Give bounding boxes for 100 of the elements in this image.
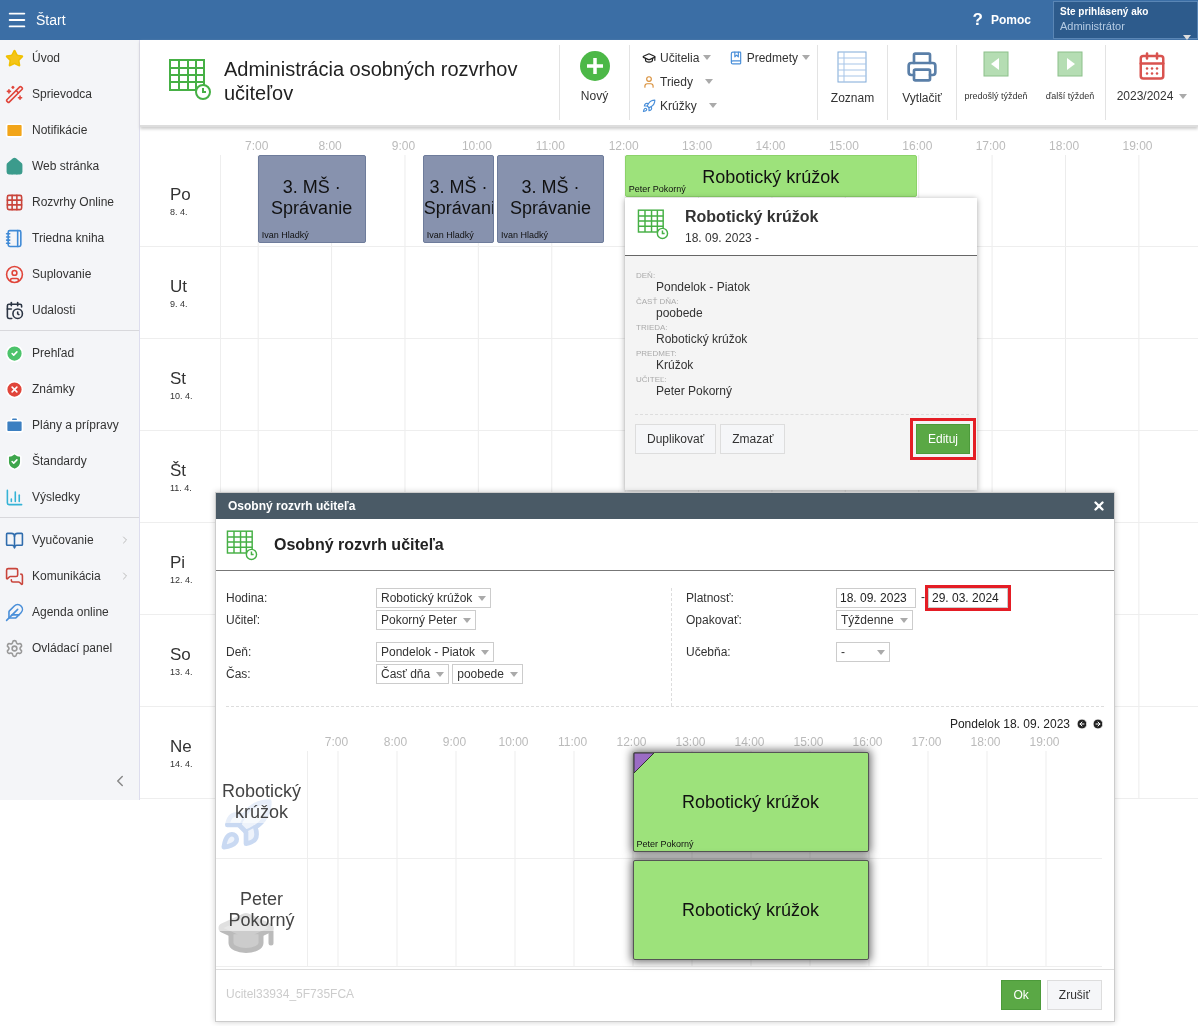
cancel-button[interactable]: Zrušiť	[1046, 980, 1102, 1010]
popup-button[interactable]: Duplikovať	[635, 424, 717, 454]
schedule-event[interactable]: 3. MŠ · Správanie Ivan Hladký	[257, 155, 366, 243]
hour-label: 14:00	[755, 139, 786, 153]
dialog-title: Osobný rozvrh učiteľa	[228, 499, 356, 513]
hour-label: 18:00	[970, 735, 1001, 749]
hour-label: 11:00	[557, 735, 588, 749]
school-year-dropdown[interactable]: 2023/2024	[1116, 51, 1188, 103]
filter-dropdown[interactable]: Predmety	[728, 49, 811, 66]
caret-icon	[877, 649, 885, 655]
day-date: 14. 4.	[170, 759, 194, 769]
sidebar-item[interactable]: Triedna kniha	[0, 220, 139, 256]
hour-label: 19:00	[1122, 139, 1153, 153]
select-field[interactable]: Týždenne	[836, 610, 913, 630]
sidebar-item[interactable]: Udalosti	[0, 292, 139, 328]
field-value: Peter Pokorný	[656, 384, 734, 398]
select-field[interactable]: Robotický krúžok	[376, 588, 492, 608]
hour-label: 12:00	[608, 139, 639, 153]
next-icon[interactable]	[1092, 718, 1104, 730]
hour-label: 13:00	[682, 139, 713, 153]
form-label: Platnosť:	[686, 590, 735, 605]
sidebar-item[interactable]: Vyučovanie	[0, 522, 139, 558]
close-icon[interactable]	[1092, 499, 1106, 513]
previous-icon[interactable]	[1076, 718, 1088, 730]
caret-icon	[708, 103, 717, 108]
date-field[interactable]: 29. 03. 2024	[928, 588, 1008, 608]
hour-label: 16:00	[852, 735, 883, 749]
hour-label: 14:00	[734, 735, 765, 749]
caret-icon	[463, 617, 472, 623]
schedule-event[interactable]: 3. MŠ · Správani Ivan Hladký	[422, 155, 495, 243]
schedule-event[interactable]: Robotický krúžok Peter Pokorný	[624, 155, 917, 197]
hour-label: 17:00	[975, 139, 1006, 153]
schedule-icon	[637, 208, 669, 240]
caret-icon	[478, 595, 487, 601]
sidebar-item[interactable]: Agenda online	[0, 594, 139, 630]
chat-icon	[5, 566, 24, 586]
caret-icon	[703, 55, 712, 60]
day-date: 9. 4.	[170, 299, 189, 309]
calendar-icon	[5, 300, 24, 320]
person-icon	[642, 74, 656, 89]
check-icon	[5, 343, 24, 363]
filter-dropdown[interactable]: Triedy	[642, 73, 717, 90]
select-field[interactable]: -	[836, 642, 890, 662]
page-title: Administrácia osobných rozvrhov učiteľov	[224, 57, 519, 106]
new-button[interactable]: Nový	[579, 51, 610, 103]
field-value: Robotický krúžok	[656, 332, 749, 346]
sidebar-item[interactable]: Suplovanie	[0, 256, 139, 292]
user-menu[interactable]: Ste prihlásený ako Administrátor	[1053, 1, 1198, 39]
caret-icon	[704, 79, 713, 84]
sidebar-item[interactable]: Známky	[0, 371, 139, 407]
select-field[interactable]: Pokorný Peter	[376, 610, 477, 630]
field-label: DEŇ:	[636, 271, 657, 280]
form-label: Deň:	[226, 644, 253, 659]
hour-label: 7:00	[245, 139, 269, 153]
sidebar-item[interactable]: Úvod	[0, 40, 139, 76]
schedule-event[interactable]: Robotický krúžok Peter Pokorný	[632, 752, 869, 852]
previous-week-button[interactable]: predošlý týždeň	[964, 51, 1028, 101]
select-field[interactable]: Pondelok - Piatok	[376, 642, 495, 662]
select-field[interactable]: Časť dňa	[376, 664, 450, 684]
sidebar-item[interactable]: Sprievodca	[0, 76, 139, 112]
caret-icon	[509, 671, 518, 677]
sidebar-item[interactable]: Štandardy	[0, 443, 139, 479]
list-icon	[836, 51, 869, 83]
hour-label: 9:00	[442, 735, 467, 749]
date-field[interactable]: 18. 09. 2023	[836, 588, 916, 608]
sidebar-item[interactable]: Prehľad	[0, 335, 139, 371]
field-label: ČASŤ DŇA:	[636, 297, 680, 306]
sidebar-item[interactable]: Ovládací panel	[0, 630, 139, 666]
sidebar-item[interactable]: Web stránka	[0, 148, 139, 184]
day-name: So	[170, 645, 192, 665]
day-date: 10. 4.	[170, 391, 194, 401]
shield-icon	[5, 451, 24, 471]
hour-label: 18:00	[1049, 139, 1080, 153]
hour-label: 8:00	[383, 735, 408, 749]
filter-dropdown[interactable]: Krúžky	[642, 97, 717, 114]
sidebar-item[interactable]: Výsledky	[0, 479, 139, 515]
day-name: Ne	[170, 737, 193, 757]
start-title[interactable]: Štart	[36, 12, 66, 28]
list-button[interactable]: Zoznam	[830, 51, 875, 105]
help-link[interactable]: Pomoc	[991, 13, 1031, 27]
next-week-button[interactable]: ďalší týždeň	[1045, 51, 1095, 101]
filter-dropdown[interactable]: Učitelia	[642, 49, 717, 66]
help-icon[interactable]: ?	[972, 10, 983, 30]
sidebar-item[interactable]: Komunikácia	[0, 558, 139, 594]
schedule-event[interactable]: 3. MŠ · Správanie Ivan Hladký	[496, 155, 605, 243]
print-button[interactable]: Vytlačiť	[902, 51, 942, 105]
popup-button[interactable]: Zmazať	[720, 424, 786, 454]
sidebar-item[interactable]: Notifikácie	[0, 112, 139, 148]
notebook-icon	[5, 228, 24, 248]
gear-icon	[5, 638, 24, 658]
sidebar-item[interactable]: Plány a prípravy	[0, 407, 139, 443]
field-label: UČITEĽ:	[636, 375, 668, 384]
caret-icon	[436, 671, 445, 677]
caret-icon	[899, 617, 908, 623]
schedule-event[interactable]: Robotický krúžok	[632, 860, 869, 960]
select-field[interactable]: poobede	[452, 664, 523, 684]
field-label: PREDMET:	[636, 349, 678, 358]
day-name: Po	[170, 185, 192, 205]
sidebar-item[interactable]: Rozvrhy Online	[0, 184, 139, 220]
field-value: Pondelok - Piatok	[656, 280, 752, 294]
